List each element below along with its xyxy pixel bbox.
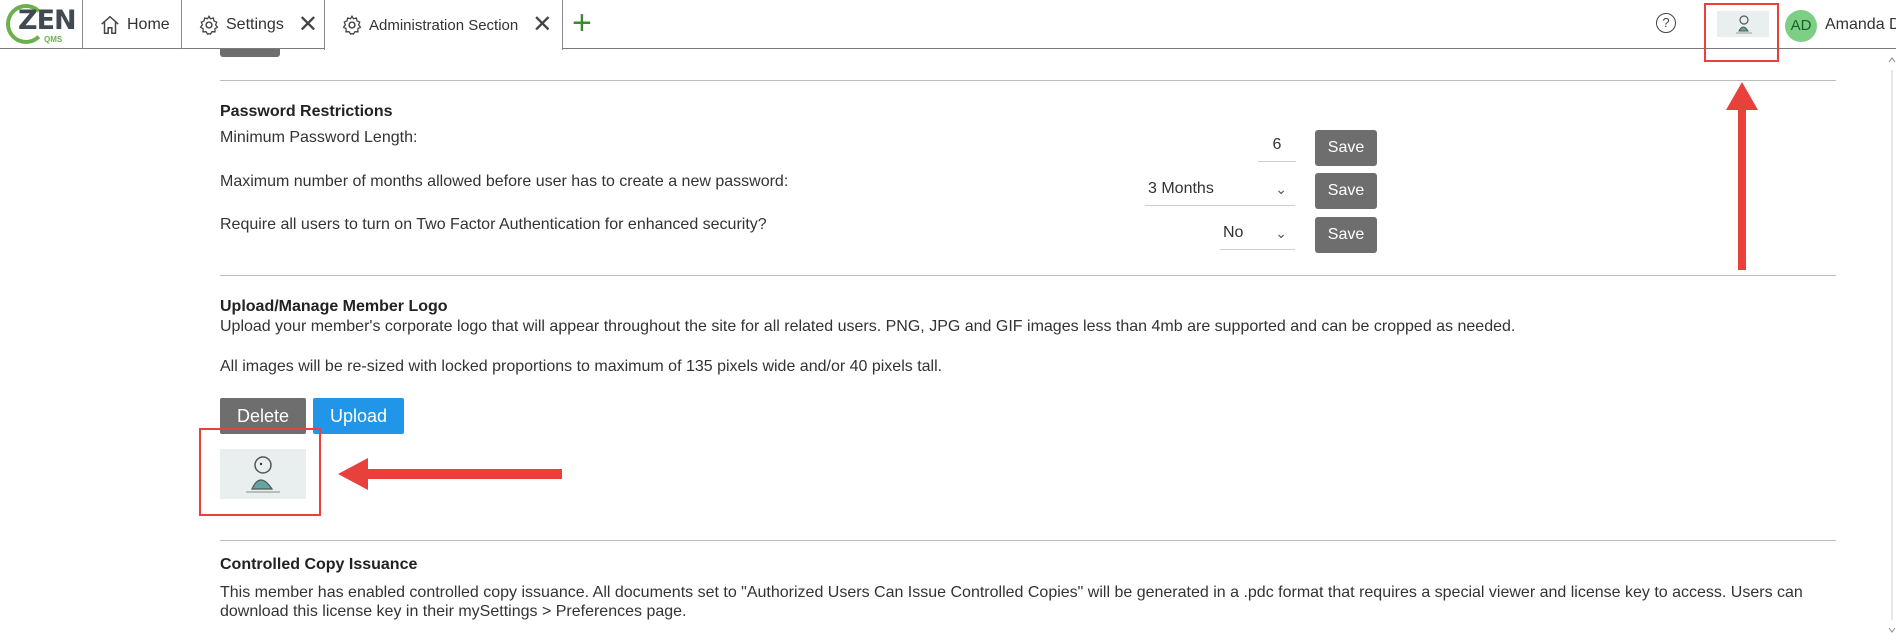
min-password-length-input[interactable]: 6	[1258, 130, 1296, 162]
chevron-down-icon: ⌄	[1275, 225, 1287, 241]
max-months-select[interactable]: 3 Months ⌄	[1145, 174, 1295, 206]
gear-icon	[198, 14, 220, 36]
divider	[220, 80, 1836, 81]
controlled-copy-text-line2: download this license key in their mySet…	[220, 603, 687, 620]
save-button-partial[interactable]	[220, 49, 280, 57]
min-password-length-label: Minimum Password Length:	[220, 129, 418, 146]
two-factor-label: Require all users to turn on Two Factor …	[220, 216, 767, 233]
chevron-down-icon: ⌄	[1275, 181, 1287, 197]
member-logo-description: Upload your member's corporate logo that…	[220, 318, 1516, 335]
tab-home[interactable]: Home	[82, 0, 181, 49]
upload-logo-button[interactable]: Upload	[313, 398, 404, 434]
gear-icon	[341, 14, 363, 36]
logo-text: ZEN	[18, 5, 77, 36]
password-restrictions-heading: Password Restrictions	[220, 103, 393, 120]
divider	[220, 275, 1836, 276]
logo-subtext: QMS	[44, 35, 63, 44]
save-max-months-button[interactable]: Save	[1315, 173, 1377, 209]
zen-qms-logo[interactable]: ZEN QMS	[2, 2, 78, 48]
controlled-copy-heading: Controlled Copy Issuance	[220, 556, 418, 573]
member-logo-resize-note: All images will be re-sized with locked …	[220, 358, 943, 375]
max-months-value: 3 Months	[1148, 180, 1214, 197]
save-two-factor-button[interactable]: Save	[1315, 217, 1377, 253]
annotation-highlight-box	[1704, 3, 1779, 62]
plus-icon[interactable]: +	[572, 6, 592, 40]
tab-settings[interactable]: Settings ✕	[181, 0, 324, 49]
tab-admin-label: Administration Section	[369, 16, 519, 34]
two-factor-value: No	[1223, 224, 1244, 241]
user-name[interactable]: Amanda D	[1825, 16, 1896, 34]
avatar[interactable]: AD	[1785, 10, 1817, 42]
tab-home-label: Home	[127, 15, 170, 33]
tab-administration-section[interactable]: Administration Section ✕	[324, 0, 563, 50]
member-logo-heading: Upload/Manage Member Logo	[220, 298, 448, 315]
tab-settings-label: Settings	[226, 15, 284, 33]
scrollbar[interactable]	[1888, 50, 1896, 638]
save-min-length-button[interactable]: Save	[1315, 130, 1377, 166]
help-icon[interactable]: ?	[1656, 13, 1676, 33]
close-icon[interactable]: ✕	[532, 13, 552, 37]
home-icon	[99, 14, 121, 36]
two-factor-select[interactable]: No ⌄	[1220, 218, 1295, 250]
annotation-arrow-up	[1726, 82, 1758, 270]
annotation-arrow-left	[338, 458, 562, 490]
top-bar: ZEN QMS Home Settings ✕ Administration S…	[0, 0, 1896, 50]
max-months-label: Maximum number of months allowed before …	[220, 173, 789, 190]
controlled-copy-text-line1: This member has enabled controlled copy …	[220, 584, 1803, 601]
annotation-highlight-box	[199, 428, 321, 516]
close-icon[interactable]: ✕	[298, 12, 318, 37]
divider	[220, 540, 1836, 541]
